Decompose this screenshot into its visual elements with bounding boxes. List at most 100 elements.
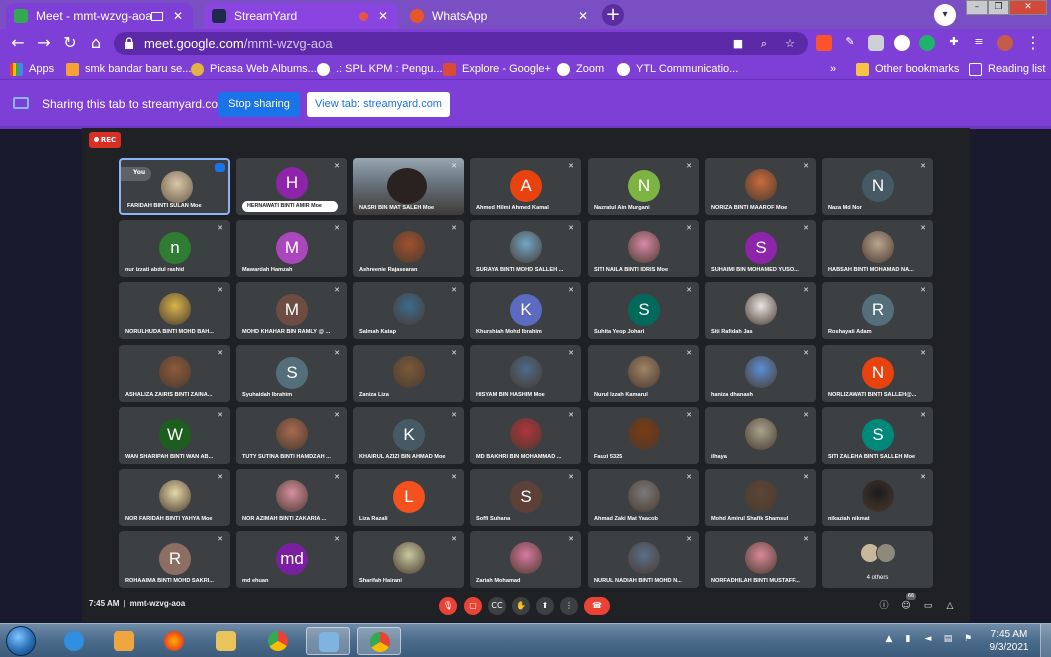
participant-tile[interactable]: S Suhita Yeop Johari ✕ xyxy=(588,282,699,339)
activities-icon[interactable]: △ xyxy=(943,599,957,613)
taskbar-media-player[interactable] xyxy=(102,627,146,655)
participant-tile[interactable]: S Syuhaidah Ibrahim ✕ xyxy=(236,345,347,402)
bookmark-item[interactable]: Picasa Web Albums... xyxy=(191,61,317,77)
participant-tile[interactable]: L Liza Razali ✕ xyxy=(353,469,464,526)
participant-tile[interactable]: N NORLIZAWATI BINTI SALLEH@... ✕ xyxy=(822,345,933,402)
taskbar-firefox[interactable] xyxy=(152,627,196,655)
tab-meet[interactable]: Meet - mmt-wzvg-aoa ✕ xyxy=(6,3,193,29)
forward-button[interactable]: → xyxy=(34,33,54,53)
bookmark-item[interactable]: Zoom xyxy=(557,61,604,77)
home-button[interactable]: ⌂ xyxy=(86,33,106,53)
bookmark-item[interactable]: .: SPL KPM : Pengu... xyxy=(317,61,443,77)
bookmark-apps[interactable]: Apps xyxy=(10,61,54,77)
puzzle-extensions-icon[interactable]: ✚ xyxy=(946,35,962,51)
participant-tile[interactable]: Zariah Mohamad ✕ xyxy=(470,531,581,588)
participant-tile[interactable]: NURUL NADIAH BINTI MOHD N... ✕ xyxy=(588,531,699,588)
self-controls[interactable]: You xyxy=(121,167,151,181)
taskbar-chrome-active[interactable] xyxy=(357,627,401,655)
close-icon[interactable]: ✕ xyxy=(171,9,185,23)
participant-tile[interactable]: n nur izzati abdul rashid ✕ xyxy=(119,220,230,277)
participant-tile[interactable]: N Nazratul Ain Murgani ✕ xyxy=(588,158,699,215)
participant-tile[interactable]: SURAYA BINTI MOHD SALLEH ... ✕ xyxy=(470,220,581,277)
reload-button[interactable]: ↻ xyxy=(60,33,80,53)
participant-tile[interactable]: S Soffi Suhana ✕ xyxy=(470,469,581,526)
participant-tile[interactable]: A Ahmed Hilmi Ahmed Kamal ✕ xyxy=(470,158,581,215)
close-icon[interactable]: ✕ xyxy=(576,9,590,23)
back-button[interactable]: ← xyxy=(8,33,28,53)
people-icon[interactable]: ☺ xyxy=(899,599,913,613)
other-bookmarks[interactable]: Other bookmarks xyxy=(856,61,959,77)
bookmark-star-icon[interactable]: ☆ xyxy=(783,37,797,51)
participant-tile[interactable]: Zaniza Liza ✕ xyxy=(353,345,464,402)
participant-tile[interactable]: NORFADHILAH BINTI MUSTAFF... ✕ xyxy=(705,531,816,588)
participant-tile[interactable]: MD BAKHRI BIN MOHAMMAD ... ✕ xyxy=(470,407,581,464)
participant-tile[interactable]: ASHALIZA ZAIRIS BINTI ZAINA... ✕ xyxy=(119,345,230,402)
bookmark-item[interactable]: Explore - Google+ xyxy=(443,61,551,77)
profile-avatar[interactable] xyxy=(997,35,1013,51)
camera-in-use-icon[interactable]: ■ xyxy=(731,37,745,51)
participant-tile[interactable]: M MOHD KHAHAR BIN RAMLY @ ... ✕ xyxy=(236,282,347,339)
participant-tile[interactable]: Fauzi 5325 ✕ xyxy=(588,407,699,464)
others-tile[interactable]: 4 others xyxy=(822,531,933,588)
network-icon[interactable]: ▤ xyxy=(942,633,954,645)
participant-tile[interactable]: NORULHUDA BINTI MOHD BAH... ✕ xyxy=(119,282,230,339)
participant-tile[interactable]: NORIZA BINTI MAAROF Moe ✕ xyxy=(705,158,816,215)
show-desktop-button[interactable] xyxy=(1040,624,1051,657)
mic-off-button[interactable]: 🎙 xyxy=(439,597,457,615)
participant-tile[interactable]: Salmah Katap ✕ xyxy=(353,282,464,339)
participant-tile[interactable]: S SITI ZALEHA BINTI SALLEH Moe ✕ xyxy=(822,407,933,464)
participant-tile[interactable]: haniza dhanash ✕ xyxy=(705,345,816,402)
streamyard-extension-icon[interactable] xyxy=(894,35,910,51)
reading-list[interactable]: Reading list xyxy=(969,61,1045,77)
tab-whatsapp[interactable]: WhatsApp ✕ xyxy=(402,3,598,29)
taskbar-chrome[interactable] xyxy=(256,627,300,655)
participant-tile[interactable]: S SUHAIMI BIN MOHAMED YUSO... ✕ xyxy=(705,220,816,277)
tray-device-icon[interactable]: ▮ xyxy=(902,633,914,645)
raise-hand-button[interactable]: ✋ xyxy=(512,597,530,615)
participant-tile[interactable]: R ROHAAIMA BINTI MOHD SAKRI... ✕ xyxy=(119,531,230,588)
participant-tile[interactable]: H HERNAWATI BINTI AMIR Moe ✕ xyxy=(236,158,347,215)
present-button[interactable]: ⬆ xyxy=(536,597,554,615)
participant-tile[interactable]: NOR FARIDAH BINTI YAHYA Moe ✕ xyxy=(119,469,230,526)
stop-sharing-button[interactable]: Stop sharing xyxy=(218,92,300,117)
grammarly-extension-icon[interactable] xyxy=(919,35,935,51)
show-hidden-icons-button[interactable]: ▲ xyxy=(883,633,895,645)
close-window-button[interactable]: ✕ xyxy=(1009,0,1047,15)
more-options-button[interactable]: ⋮ xyxy=(560,597,578,615)
taskbar-ie[interactable] xyxy=(52,627,96,655)
participant-tile[interactable]: Ashreenie Rajasearan ✕ xyxy=(353,220,464,277)
media-control-icon[interactable]: ≡ xyxy=(971,35,987,51)
tab-search-button[interactable]: ▾ xyxy=(934,4,956,26)
new-tab-button[interactable]: + xyxy=(602,4,624,26)
chat-icon[interactable]: ▭ xyxy=(921,599,935,613)
camera-off-button[interactable]: ▢ xyxy=(464,597,482,615)
tab-streamyard[interactable]: StreamYard ✕ xyxy=(204,3,398,29)
participant-tile[interactable]: Ahmad Zaki Mat Yaacob ✕ xyxy=(588,469,699,526)
captions-button[interactable]: CC xyxy=(488,597,506,615)
participant-tile[interactable]: md md ehuan ✕ xyxy=(236,531,347,588)
maximize-button[interactable]: ❐ xyxy=(988,0,1009,15)
address-bar[interactable]: meet.google.com/mmt-wzvg-aoa xyxy=(114,32,808,55)
close-icon[interactable]: ✕ xyxy=(376,9,390,23)
participant-tile[interactable]: W WAN SHARIPAH BINTI WAN AB... ✕ xyxy=(119,407,230,464)
camera-extension-icon[interactable] xyxy=(868,35,884,51)
participant-tile[interactable]: M Mawardah Hamzah ✕ xyxy=(236,220,347,277)
participant-tile[interactable]: K Khurshiah Mohd Ibrahim ✕ xyxy=(470,282,581,339)
leave-call-button[interactable]: ☎ xyxy=(584,597,610,615)
volume-icon[interactable]: ◄ xyxy=(922,633,934,645)
pen-extension-icon[interactable]: ✎ xyxy=(842,35,858,51)
participant-tile[interactable]: HABSAH BINTI MOHAMAD NA... ✕ xyxy=(822,220,933,277)
bookmarks-overflow-button[interactable]: » xyxy=(830,61,836,77)
taskbar-clock[interactable]: 7:45 AM 9/3/2021 xyxy=(988,628,1030,654)
participant-tile[interactable]: R Roshayati Adam ✕ xyxy=(822,282,933,339)
view-tab-button[interactable]: View tab: streamyard.com xyxy=(307,92,450,117)
participant-tile[interactable]: NOR AZIMAH BINTI ZAKARIA ... ✕ xyxy=(236,469,347,526)
participant-tile[interactable]: SITI NAILA BINTI IDRIS Moe ✕ xyxy=(588,220,699,277)
participant-tile[interactable]: Siti Rafidah Jas ✕ xyxy=(705,282,816,339)
participant-tile[interactable]: K KHAIRUL AZIZI BIN AHMAD Moe ✕ xyxy=(353,407,464,464)
action-center-flag-icon[interactable]: ⚑ xyxy=(962,633,974,645)
participant-tile[interactable]: HISYAM BIN HASHIM Moe ✕ xyxy=(470,345,581,402)
participant-tile[interactable]: Sharifah Hairani ✕ xyxy=(353,531,464,588)
participant-tile[interactable]: You FARIDAH BINTI SULAN Moe xyxy=(119,158,230,215)
participant-tile[interactable]: Nurul Izzah Kamarul ✕ xyxy=(588,345,699,402)
